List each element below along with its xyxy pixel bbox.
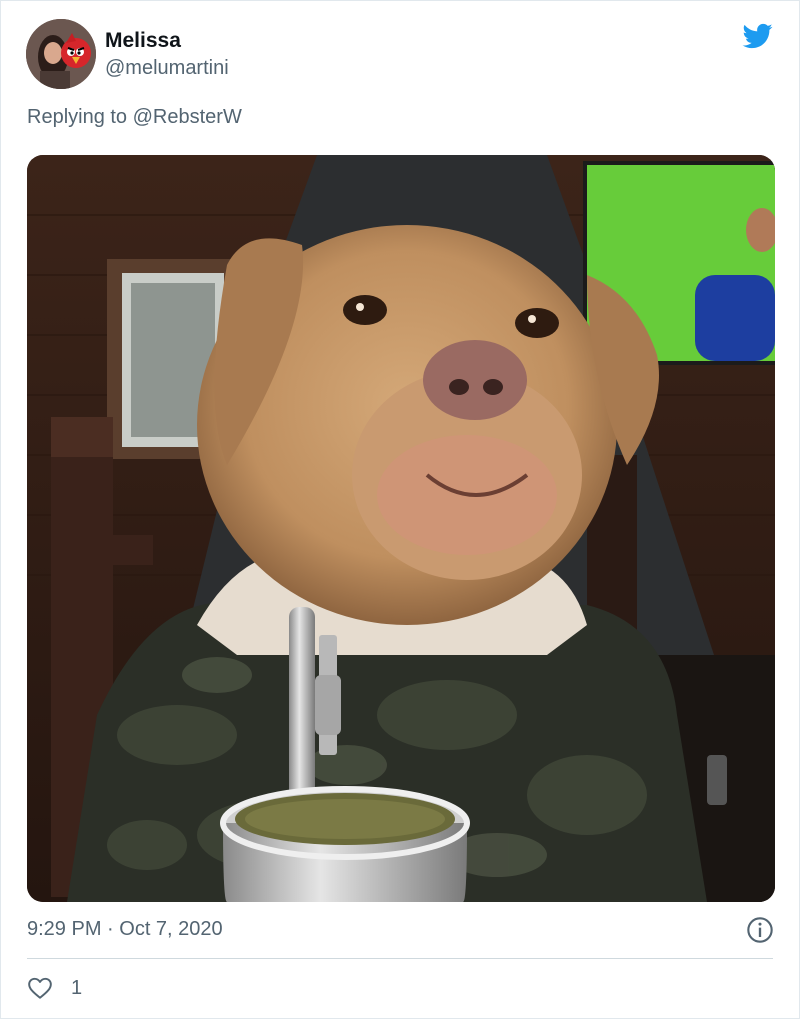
heart-icon xyxy=(28,977,52,999)
reply-prefix: Replying to xyxy=(27,106,128,128)
reply-context: Replying to @RebsterW xyxy=(27,106,242,129)
avatar-image xyxy=(26,19,96,89)
tweet-card: Melissa @melumartini Replying to @Rebste… xyxy=(0,0,800,1019)
dog-photo-image xyxy=(27,155,775,902)
like-count: 1 xyxy=(71,976,83,999)
info-icon[interactable] xyxy=(746,916,774,944)
tweet-photo[interactable] xyxy=(27,155,775,902)
reply-mention-link[interactable]: @RebsterW xyxy=(133,106,242,128)
twitter-bird-icon[interactable] xyxy=(741,21,775,51)
tweet-timestamp-link[interactable]: 9:29 PM · Oct 7, 2020 xyxy=(27,918,223,941)
like-button[interactable]: 1 xyxy=(27,975,82,1001)
avatar[interactable] xyxy=(26,19,96,89)
divider xyxy=(27,958,773,959)
author-handle[interactable]: @melumartini xyxy=(105,57,229,80)
author-display-name[interactable]: Melissa xyxy=(105,29,181,53)
